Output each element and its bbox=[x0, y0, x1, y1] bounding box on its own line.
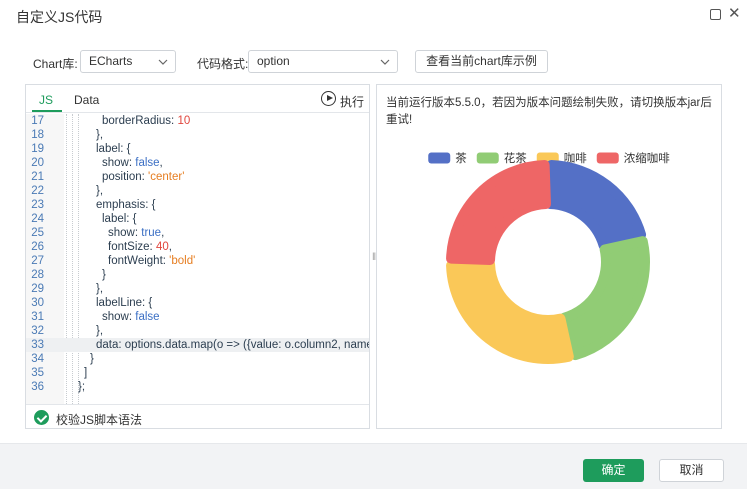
line-number: 19 bbox=[31, 143, 44, 155]
code-line[interactable]: 20 show: false, bbox=[26, 156, 369, 170]
code-text: } bbox=[102, 269, 106, 281]
line-number: 34 bbox=[31, 353, 44, 365]
line-number: 29 bbox=[31, 283, 44, 295]
code-text: borderRadius: 10 bbox=[102, 115, 191, 127]
code-line[interactable]: 30 labelLine: { bbox=[26, 296, 369, 310]
tab-js[interactable]: JS bbox=[39, 93, 53, 107]
validate-syntax-label[interactable]: 校验JS脚本语法 bbox=[56, 411, 142, 428]
title-bar: 自定义JS代码 ✕ bbox=[0, 0, 747, 30]
code-text: labelLine: { bbox=[96, 297, 153, 309]
legend-swatch[interactable] bbox=[596, 152, 619, 164]
code-text: position: 'center' bbox=[102, 171, 185, 183]
line-number: 24 bbox=[31, 213, 44, 225]
code-line[interactable]: 27 fontWeight: 'bold' bbox=[26, 254, 369, 268]
line-number: 28 bbox=[31, 269, 44, 281]
line-number: 17 bbox=[31, 115, 44, 127]
maximize-icon[interactable] bbox=[710, 9, 721, 20]
confirm-button[interactable]: 确定 bbox=[583, 459, 644, 482]
line-number: 26 bbox=[31, 241, 44, 253]
code-text: }, bbox=[96, 283, 104, 295]
line-number: 31 bbox=[31, 311, 44, 323]
code-text: show: false bbox=[102, 311, 160, 323]
code-line[interactable]: 23 emphasis: { bbox=[26, 198, 369, 212]
line-number: 27 bbox=[31, 255, 44, 267]
chart-preview-panel: 当前运行版本5.5.0，若因为版本问题绘制失败，请切换版本jar后重试! 茶花茶… bbox=[376, 84, 722, 429]
code-text: fontWeight: 'bold' bbox=[108, 255, 196, 267]
line-number: 23 bbox=[31, 199, 44, 211]
line-number: 36 bbox=[31, 381, 44, 393]
cancel-button[interactable]: 取消 bbox=[659, 459, 724, 482]
code-format-label: 代码格式: bbox=[197, 57, 249, 71]
code-text: fontSize: 40, bbox=[108, 241, 172, 253]
tab-data[interactable]: Data bbox=[74, 93, 99, 107]
line-number: 35 bbox=[31, 367, 44, 379]
legend-label[interactable]: 茶 bbox=[455, 152, 467, 165]
code-line[interactable]: 18}, bbox=[26, 128, 369, 142]
pie-slice[interactable] bbox=[446, 259, 574, 364]
code-line[interactable]: 26 fontSize: 40, bbox=[26, 240, 369, 254]
dialog-footer: 确定 取消 bbox=[0, 443, 747, 489]
chevron-down-icon bbox=[380, 59, 390, 65]
code-area[interactable]: 17 borderRadius: 10 18}, 19 label: {20 show: … bbox=[26, 114, 369, 404]
code-format-value: option bbox=[257, 54, 290, 68]
close-icon[interactable]: ✕ bbox=[728, 6, 741, 21]
code-text: }; bbox=[78, 381, 86, 393]
check-circle-icon[interactable] bbox=[34, 410, 49, 425]
pie-slice[interactable] bbox=[559, 236, 650, 361]
active-tab-indicator bbox=[32, 110, 62, 112]
code-text: label: { bbox=[96, 143, 131, 155]
doughnut-chart: 茶花茶 咖啡 浓缩咖啡 bbox=[428, 151, 670, 364]
code-line[interactable]: 28} bbox=[26, 268, 369, 282]
legend-label[interactable]: 浓缩咖啡 bbox=[624, 151, 670, 165]
line-number: 21 bbox=[31, 171, 44, 183]
code-line[interactable]: 17 borderRadius: 10 bbox=[26, 114, 369, 128]
code-line[interactable]: 32}, bbox=[26, 324, 369, 338]
code-line[interactable]: 24 label: { bbox=[26, 212, 369, 226]
code-line[interactable]: 29}, bbox=[26, 282, 369, 296]
code-line[interactable]: 22}, bbox=[26, 184, 369, 198]
line-number: 18 bbox=[31, 129, 44, 141]
code-editor-panel: JS Data 执行 17 borderRadius: 10 18}, 19 label… bbox=[25, 84, 370, 429]
chart-lib-select[interactable]: ECharts bbox=[80, 50, 176, 73]
code-line[interactable]: 25 show: true, bbox=[26, 226, 369, 240]
dialog-title: 自定义JS代码 bbox=[16, 9, 103, 25]
chart-lib-label: Chart库: bbox=[33, 57, 78, 71]
chevron-down-icon bbox=[158, 59, 168, 65]
code-line[interactable]: 31 show: false bbox=[26, 310, 369, 324]
code-text: }, bbox=[96, 129, 104, 141]
code-text: show: false, bbox=[102, 157, 163, 169]
code-text: show: true, bbox=[108, 227, 165, 239]
pie-slice[interactable] bbox=[545, 160, 647, 251]
code-format-select[interactable]: option bbox=[248, 50, 398, 73]
pie-slice[interactable] bbox=[446, 160, 551, 265]
code-text: } bbox=[90, 353, 94, 365]
run-button[interactable]: 执行 bbox=[340, 93, 364, 110]
code-line[interactable]: 19 label: { bbox=[26, 142, 369, 156]
line-number: 22 bbox=[31, 185, 44, 197]
code-line[interactable]: 21 position: 'center' bbox=[26, 170, 369, 184]
view-example-button[interactable]: 查看当前chart库示例 bbox=[415, 50, 548, 73]
legend-swatch[interactable] bbox=[428, 152, 451, 164]
line-number: 30 bbox=[31, 297, 44, 309]
code-text: data: options.data.map(o => ({value: o.c… bbox=[96, 339, 369, 351]
editor-tabs: JS Data 执行 bbox=[26, 85, 369, 113]
code-line[interactable]: 35] bbox=[26, 366, 369, 380]
line-number: 33 bbox=[31, 339, 44, 351]
code-text: }, bbox=[96, 185, 104, 197]
legend-swatch[interactable] bbox=[476, 152, 499, 164]
line-number: 25 bbox=[31, 227, 44, 239]
chart-lib-value: ECharts bbox=[89, 54, 133, 68]
play-icon[interactable] bbox=[321, 91, 336, 106]
line-number: 20 bbox=[31, 157, 44, 169]
code-line[interactable]: 33 data: options.data.map(o => ({value: o… bbox=[26, 338, 369, 352]
code-line[interactable]: 34} bbox=[26, 352, 369, 366]
code-text: ] bbox=[84, 367, 88, 379]
line-number: 32 bbox=[31, 325, 44, 337]
code-text: label: { bbox=[102, 213, 137, 225]
code-text: }, bbox=[96, 325, 104, 337]
code-line[interactable]: 36}; bbox=[26, 380, 369, 394]
code-text: emphasis: { bbox=[96, 199, 156, 211]
validate-syntax-bar[interactable]: 校验JS脚本语法 bbox=[26, 404, 369, 428]
